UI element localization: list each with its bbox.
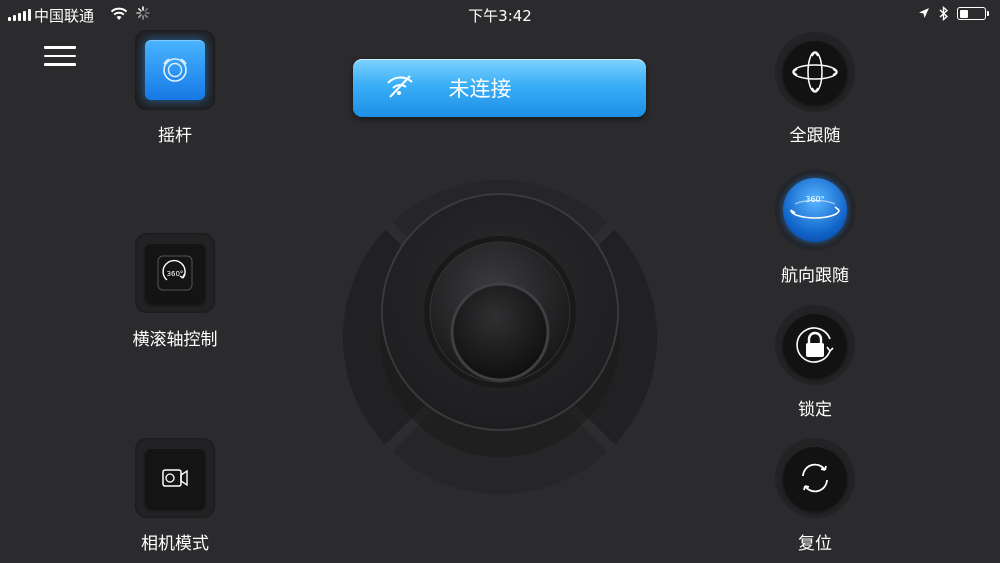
full-follow-label: 全跟随 [789, 126, 841, 146]
location-arrow-icon [919, 8, 929, 18]
status-bar: 中国联通 下午3:42 [0, 0, 1000, 28]
pan-follow-label: 航向跟随 [781, 266, 849, 286]
battery-icon [957, 7, 989, 20]
joystick-mode-icon [163, 58, 187, 82]
full-follow-button[interactable] [775, 32, 855, 112]
reset-label: 复位 [798, 534, 832, 554]
lock-icon [796, 327, 834, 363]
menu-line [44, 54, 76, 57]
lock-label: 锁定 [798, 400, 832, 420]
camera-mode-button[interactable] [135, 438, 215, 518]
reset-icon [802, 463, 828, 493]
camera-mode-label: 相机模式 [141, 534, 209, 554]
camera-mode-icon [162, 469, 188, 487]
roll-axis-control-button[interactable]: 360° [135, 233, 215, 313]
roll-360-icon: 360° [157, 255, 193, 291]
full-follow-icon [792, 51, 838, 93]
pan-follow-button[interactable]: 360° [775, 170, 855, 250]
pan-follow-badge: 360° [805, 195, 824, 204]
svg-text:360°: 360° [167, 270, 184, 278]
roll-axis-control-label: 横滚轴控制 [132, 330, 218, 350]
joystick-stick-knob[interactable] [450, 282, 550, 382]
reset-button[interactable] [775, 438, 855, 518]
joystick-mode-button[interactable] [135, 30, 215, 110]
joystick-mode-label: 摇杆 [158, 126, 192, 146]
joystick-pad[interactable] [343, 180, 657, 494]
lock-button[interactable] [775, 305, 855, 385]
menu-line [44, 46, 76, 49]
connection-status-text: 未连接 [448, 77, 512, 101]
pan-follow-icon: 360° [790, 195, 840, 219]
bluetooth-icon [939, 6, 949, 21]
connection-status-button[interactable]: 未连接 [353, 59, 646, 117]
menu-button[interactable] [44, 46, 76, 66]
menu-line [44, 63, 76, 66]
clock: 下午3:42 [468, 7, 532, 25]
